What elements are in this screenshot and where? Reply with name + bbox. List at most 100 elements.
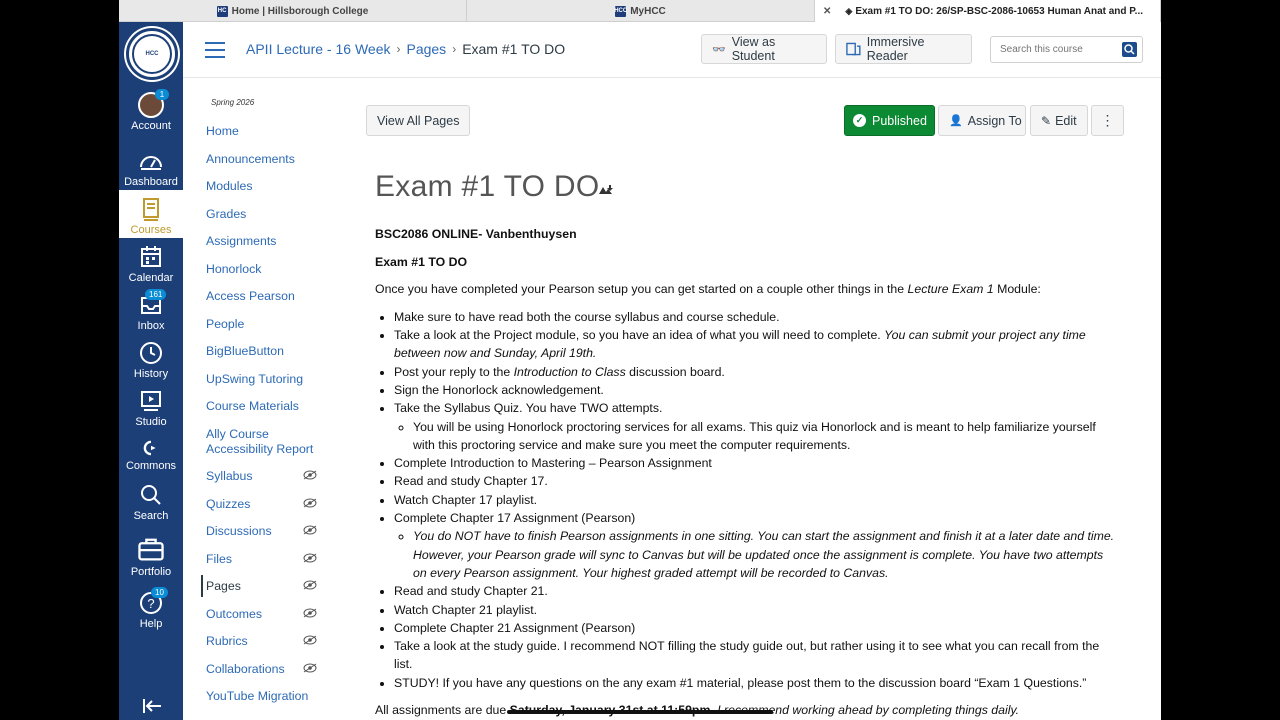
home-indicator-bar	[507, 710, 773, 714]
dashboard-icon	[140, 156, 162, 170]
course-nav-assignments[interactable]: Assignments	[206, 234, 276, 249]
course-nav-youtube-migration[interactable]: YouTube Migration	[206, 689, 308, 704]
course-search-input[interactable]	[991, 37, 1116, 62]
immersive-reader-title-icon[interactable]	[598, 184, 614, 196]
checkmark-icon: ✓	[853, 114, 866, 127]
list-item: Take a look at the study guide. I recomm…	[394, 637, 1115, 674]
course-nav-pages[interactable]: Pages	[206, 579, 241, 594]
nav-account[interactable]: 1 Account	[119, 89, 183, 132]
account-badge: 1	[155, 89, 169, 100]
sub-list-item: You do NOT have to finish Pearson assign…	[413, 527, 1115, 582]
list-item: Take a look at the Project module, so yo…	[394, 326, 1115, 363]
person-icon: 👤	[949, 115, 963, 127]
course-nav-rubrics[interactable]: Rubrics	[206, 634, 248, 649]
immersive-reader-label: Immersive Reader	[866, 35, 925, 63]
course-nav-grades[interactable]: Grades	[206, 207, 246, 222]
help-badge: 10	[151, 587, 168, 598]
breadcrumb-pages-link[interactable]: Pages	[406, 41, 446, 57]
view-all-pages-button[interactable]: View All Pages	[366, 105, 471, 136]
list-item: Post your reply to the Introduction to C…	[394, 363, 1115, 381]
assign-to-button[interactable]: 👤 Assign To	[938, 105, 1026, 136]
course-nav-upswing[interactable]: UpSwing Tutoring	[206, 372, 303, 387]
nav-label: Calendar	[128, 272, 174, 284]
nav-inbox[interactable]: 161 Inbox	[119, 289, 183, 332]
browser-tab-home[interactable]: HC Home | Hillsborough College	[119, 0, 467, 22]
close-tab-icon[interactable]: ✕	[823, 6, 831, 17]
hidden-eye-icon	[303, 470, 317, 480]
history-clock-icon	[140, 342, 162, 364]
breadcrumb-course-link[interactable]: APII Lecture - 16 Week	[246, 41, 390, 57]
nav-calendar[interactable]: Calendar	[119, 244, 183, 284]
nav-studio[interactable]: Studio	[119, 388, 183, 428]
course-nav-access-pearson[interactable]: Access Pearson	[206, 289, 295, 304]
course-nav-course-materials[interactable]: Course Materials	[206, 399, 299, 414]
breadcrumb: APII Lecture - 16 Week › Pages › Exam #1…	[246, 41, 565, 57]
term-label: Spring 2026	[211, 98, 255, 107]
nav-label: Help	[139, 618, 163, 630]
course-nav-files[interactable]: Files	[206, 552, 232, 567]
nav-label: Dashboard	[124, 176, 178, 188]
course-nav-syllabus[interactable]: Syllabus	[206, 469, 252, 484]
intro-paragraph: Once you have completed your Pearson set…	[375, 282, 1041, 297]
list-item: Complete Chapter 21 Assignment (Pearson)	[394, 619, 1115, 637]
course-nav-quizzes[interactable]: Quizzes	[206, 497, 250, 512]
hidden-eye-icon	[303, 580, 317, 590]
college-logo[interactable]: HCC	[126, 28, 178, 80]
course-nav-collaborations[interactable]: Collaborations	[206, 662, 285, 677]
course-nav-home[interactable]: Home	[206, 124, 239, 139]
course-nav-discussions[interactable]: Discussions	[206, 524, 272, 539]
inbox-badge: 161	[145, 289, 167, 300]
nav-label: Commons	[125, 460, 177, 472]
list-item: Take the Syllabus Quiz. You have TWO att…	[394, 399, 1115, 454]
page-content: View All Pages ✓ Published 👤 Assign To ✎…	[366, 78, 1146, 720]
course-nav: Spring 2026 Home Announcements Modules G…	[183, 78, 333, 720]
pencil-icon: ✎	[1041, 113, 1052, 128]
hcc-favicon-icon: HCC	[614, 5, 627, 17]
glasses-icon: 👓	[712, 43, 726, 56]
list-item: Watch Chapter 21 playlist.	[394, 601, 1115, 619]
hamburger-menu-icon[interactable]	[205, 42, 225, 58]
list-item: Sign the Honorlock acknowledgement.	[394, 381, 1115, 399]
nav-history[interactable]: History	[119, 340, 183, 380]
search-submit-icon[interactable]	[1122, 42, 1137, 57]
course-nav-modules[interactable]: Modules	[206, 179, 252, 194]
chevron-right-icon: ›	[396, 42, 401, 56]
nav-portfolio[interactable]: Portfolio	[119, 534, 183, 578]
browser-tab-myhcc[interactable]: HCC MyHCC	[467, 0, 815, 22]
course-nav-bigbluebutton[interactable]: BigBlueButton	[206, 344, 284, 359]
course-nav-honorlock[interactable]: Honorlock	[206, 262, 261, 277]
hc-favicon-icon: HC	[216, 5, 228, 17]
sub-list-item: You will be using Honorlock proctoring s…	[413, 418, 1115, 455]
nav-commons[interactable]: Commons	[119, 438, 183, 472]
tab-label: Home | Hillsborough College	[231, 5, 369, 17]
search-icon	[141, 485, 161, 505]
course-nav-people[interactable]: People	[206, 317, 244, 332]
hidden-eye-icon	[303, 635, 317, 645]
active-indicator	[201, 575, 203, 597]
nav-courses[interactable]: Courses	[119, 190, 183, 238]
hidden-eye-icon	[303, 498, 317, 508]
tab-label: MyHCC	[630, 5, 666, 17]
nav-help[interactable]: ? 10 Help	[119, 587, 183, 630]
courses-book-icon	[143, 198, 159, 221]
more-options-button[interactable]: ⋮	[1091, 105, 1124, 136]
published-button[interactable]: ✓ Published	[844, 105, 935, 136]
course-nav-announcements[interactable]: Announcements	[206, 152, 295, 167]
immersive-reader-button[interactable]: Immersive Reader	[835, 34, 972, 64]
nav-label: Studio	[135, 416, 167, 428]
calendar-icon	[141, 246, 161, 267]
list-item: STUDY! If you have any questions on the …	[394, 674, 1115, 692]
course-nav-outcomes[interactable]: Outcomes	[206, 607, 262, 622]
nav-search[interactable]: Search	[119, 482, 183, 522]
course-nav-ally-report[interactable]: Ally Course Accessibility Report	[206, 427, 324, 457]
nav-label: Search	[133, 510, 169, 522]
browser-tab-exam[interactable]: ✕ ◈ Exam #1 TO DO: 26/SP-BSC-2086-10653 …	[815, 0, 1161, 22]
hidden-eye-icon	[303, 525, 317, 535]
collapse-nav-icon[interactable]	[143, 699, 161, 713]
edit-button[interactable]: ✎ Edit	[1030, 105, 1088, 136]
breadcrumb-current: Exam #1 TO DO	[462, 41, 566, 57]
nav-dashboard[interactable]: Dashboard	[119, 148, 183, 188]
page-title: Exam #1 TO DO	[375, 170, 600, 203]
view-as-student-button[interactable]: 👓 View as Student	[701, 34, 827, 64]
view-as-student-label: View as Student	[731, 35, 776, 63]
